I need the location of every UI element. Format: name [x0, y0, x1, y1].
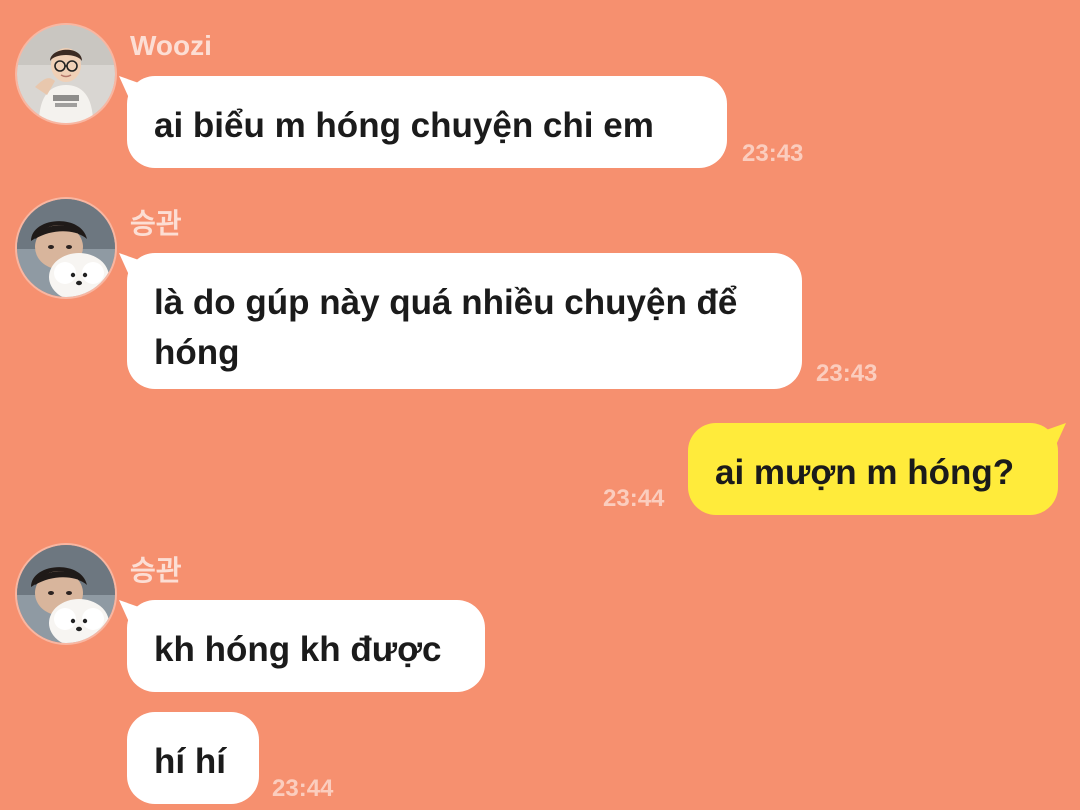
message-text: là do gúp này quá nhiều chuyện để hóng [154, 283, 738, 372]
sender-name: 승관 [130, 555, 182, 586]
message-bubble[interactable]: ai biểu m hóng chuyện chi em [127, 76, 727, 168]
sender-name: Woozi [130, 30, 212, 61]
message-text: kh hóng kh được [154, 630, 442, 669]
profile-photo-with-white-dog-icon [17, 545, 115, 643]
avatar-seungkwan[interactable] [17, 545, 115, 643]
message-timestamp: 23:44 [272, 775, 334, 802]
message-timestamp: 23:43 [742, 140, 804, 167]
message-text: ai biểu m hóng chuyện chi em [154, 106, 654, 145]
sender-name: 승관 [130, 208, 182, 239]
message-text: ai mượn m hóng? [715, 453, 1015, 492]
profile-photo-woozi-icon [17, 25, 115, 123]
profile-photo-with-white-dog-icon [17, 199, 115, 297]
avatar-woozi[interactable] [17, 25, 115, 123]
avatar-seungkwan[interactable] [17, 199, 115, 297]
message-bubble[interactable]: là do gúp này quá nhiều chuyện để hóng [127, 253, 802, 389]
message-timestamp: 23:43 [816, 360, 878, 387]
message-text: hí hí [154, 742, 226, 781]
message-timestamp: 23:44 [603, 485, 665, 512]
message-bubble[interactable]: kh hóng kh được [127, 600, 485, 692]
message-bubble[interactable]: hí hí [127, 712, 259, 804]
message-bubble[interactable]: ai mượn m hóng? [688, 423, 1058, 515]
